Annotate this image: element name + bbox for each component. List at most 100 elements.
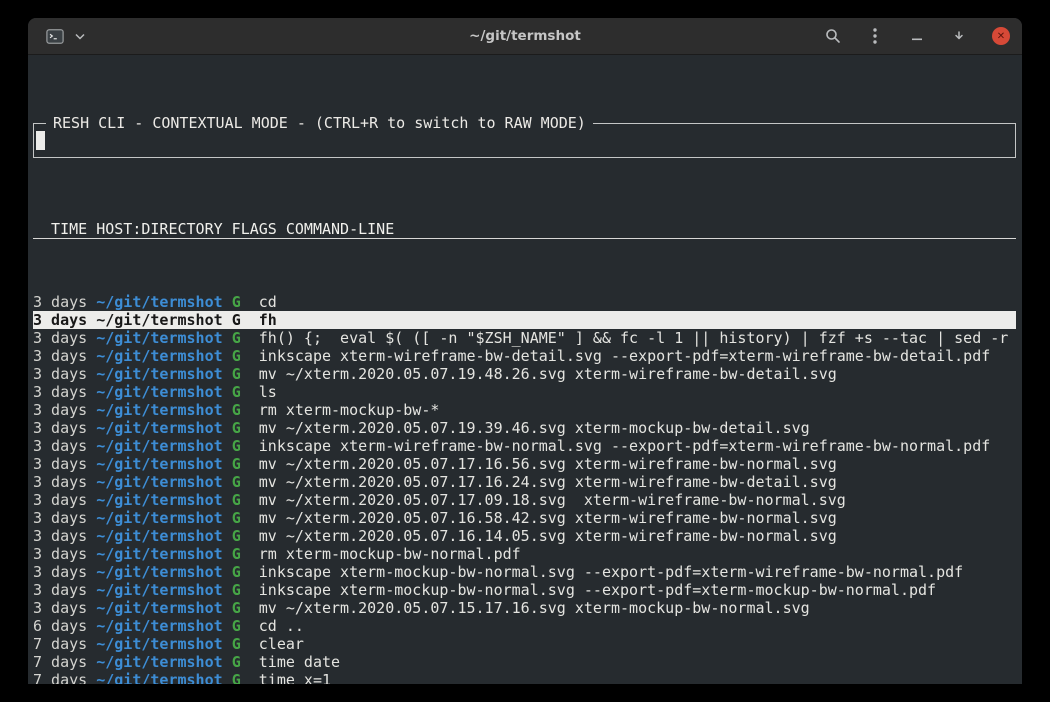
row-flags: G [232,473,241,491]
row-command: mv ~/xterm.2020.05.07.16.58.42.svg xterm… [259,509,837,527]
history-row[interactable]: 3 days ~/git/termshot G ls [33,383,1016,401]
history-row[interactable]: 3 days ~/git/termshot G cd [33,293,1016,311]
row-host: ~/git/termshot [96,527,222,545]
chevron-down-icon[interactable] [71,27,89,45]
row-flags: G [232,329,241,347]
row-flags: G [232,581,241,599]
row-time: 3 days [33,311,87,329]
row-host: ~/git/termshot [96,455,222,473]
history-row[interactable]: 3 days ~/git/termshot G fh() {; eval $( … [33,329,1016,347]
row-flags: G [232,365,241,383]
kebab-menu-icon[interactable] [866,27,884,45]
terminal-screen: RESH CLI - CONTEXTUAL MODE - (CTRL+R to … [28,55,1022,684]
row-host: ~/git/termshot [96,293,222,311]
history-row[interactable]: 7 days ~/git/termshot G time date [33,653,1016,671]
row-flags: G [232,293,241,311]
restore-button[interactable] [950,27,968,45]
history-row[interactable]: 7 days ~/git/termshot G time x=1 [33,671,1016,684]
row-command: mv ~/xterm.2020.05.07.19.48.26.svg xterm… [259,365,837,383]
close-button[interactable]: ✕ [992,27,1010,45]
row-time: 3 days [33,509,87,527]
search-input[interactable]: RESH CLI - CONTEXTUAL MODE - (CTRL+R to … [33,123,1016,158]
row-flags: G [232,563,241,581]
row-host: ~/git/termshot [96,545,222,563]
row-host: ~/git/termshot [96,671,222,684]
row-host: ~/git/termshot [96,563,222,581]
row-flags: G [232,383,241,401]
history-row[interactable]: 3 days ~/git/termshot G mv ~/xterm.2020.… [33,455,1016,473]
row-host: ~/git/termshot [96,653,222,671]
minimize-button[interactable] [908,27,926,45]
row-time: 3 days [33,437,87,455]
history-row[interactable]: 6 days ~/git/termshot G cd .. [33,617,1016,635]
row-flags: G [232,545,241,563]
history-row[interactable]: 3 days ~/git/termshot G rm xterm-mockup-… [33,401,1016,419]
row-host: ~/git/termshot [96,347,222,365]
row-command: inkscape xterm-wireframe-bw-normal.svg -… [259,437,991,455]
history-row[interactable]: 3 days ~/git/termshot G inkscape xterm-w… [33,347,1016,365]
search-icon[interactable] [824,27,842,45]
row-time: 3 days [33,347,87,365]
row-command: ls [259,383,277,401]
row-time: 3 days [33,473,87,491]
row-flags: G [232,401,241,419]
row-command: rm xterm-mockup-bw-* [259,401,440,419]
row-time: 3 days [33,329,87,347]
history-header: TIME HOST:DIRECTORY FLAGS COMMAND-LINE [33,220,1016,239]
row-flags: G [232,653,241,671]
row-command: cd [259,293,277,311]
row-flags: G [232,509,241,527]
search-box-legend: RESH CLI - CONTEXTUAL MODE - (CTRL+R to … [46,114,593,132]
history-row[interactable]: 3 days ~/git/termshot G mv ~/xterm.2020.… [33,419,1016,437]
history-row[interactable]: 3 days ~/git/termshot G mv ~/xterm.2020.… [33,527,1016,545]
history-row[interactable]: 3 days ~/git/termshot G mv ~/xterm.2020.… [33,473,1016,491]
row-time: 3 days [33,455,87,473]
history-row[interactable]: 3 days ~/git/termshot G fh [33,311,1016,329]
row-command: mv ~/xterm.2020.05.07.17.16.56.svg xterm… [259,455,837,473]
row-flags: G [232,419,241,437]
row-time: 3 days [33,293,87,311]
row-time: 3 days [33,527,87,545]
row-flags: G [232,617,241,635]
row-host: ~/git/termshot [96,437,222,455]
row-command: mv ~/xterm.2020.05.07.17.16.24.svg xterm… [259,473,837,491]
row-host: ~/git/termshot [96,419,222,437]
row-host: ~/git/termshot [96,581,222,599]
row-flags: G [232,491,241,509]
row-host: ~/git/termshot [96,365,222,383]
history-row[interactable]: 3 days ~/git/termshot G mv ~/xterm.2020.… [33,599,1016,617]
row-time: 3 days [33,581,87,599]
row-host: ~/git/termshot [96,473,222,491]
row-command: rm xterm-mockup-bw-normal.pdf [259,545,521,563]
history-row[interactable]: 3 days ~/git/termshot G mv ~/xterm.2020.… [33,491,1016,509]
row-flags: G [232,635,241,653]
row-time: 6 days [33,617,87,635]
row-command: mv ~/xterm.2020.05.07.16.14.05.svg xterm… [259,527,837,545]
row-flags: G [232,599,241,617]
history-row[interactable]: 3 days ~/git/termshot G inkscape xterm-w… [33,437,1016,455]
row-command: fh() {; eval $( ([ -n "$ZSH_NAME" ] && f… [259,329,1009,347]
row-command: inkscape xterm-wireframe-bw-detail.svg -… [259,347,991,365]
row-command: fh [259,311,277,329]
terminal-window: ~/git/termshot [28,18,1022,684]
row-flags: G [232,671,241,684]
row-host: ~/git/termshot [96,383,222,401]
row-host: ~/git/termshot [96,311,222,329]
terminal-app-icon[interactable] [46,27,64,45]
row-flags: G [232,455,241,473]
row-host: ~/git/termshot [96,401,222,419]
history-row[interactable]: 7 days ~/git/termshot G clear [33,635,1016,653]
history-row[interactable]: 3 days ~/git/termshot G rm xterm-mockup-… [33,545,1016,563]
row-time: 3 days [33,401,87,419]
history-row[interactable]: 3 days ~/git/termshot G inkscape xterm-m… [33,581,1016,599]
history-row[interactable]: 3 days ~/git/termshot G mv ~/xterm.2020.… [33,365,1016,383]
titlebar: ~/git/termshot [28,18,1022,55]
history-row[interactable]: 3 days ~/git/termshot G mv ~/xterm.2020.… [33,509,1016,527]
row-time: 3 days [33,491,87,509]
row-host: ~/git/termshot [96,491,222,509]
row-command: inkscape xterm-mockup-bw-normal.svg --ex… [259,581,936,599]
row-time: 3 days [33,419,87,437]
row-flags: G [232,311,241,329]
row-command: mv ~/xterm.2020.05.07.15.17.16.svg xterm… [259,599,810,617]
history-row[interactable]: 3 days ~/git/termshot G inkscape xterm-m… [33,563,1016,581]
